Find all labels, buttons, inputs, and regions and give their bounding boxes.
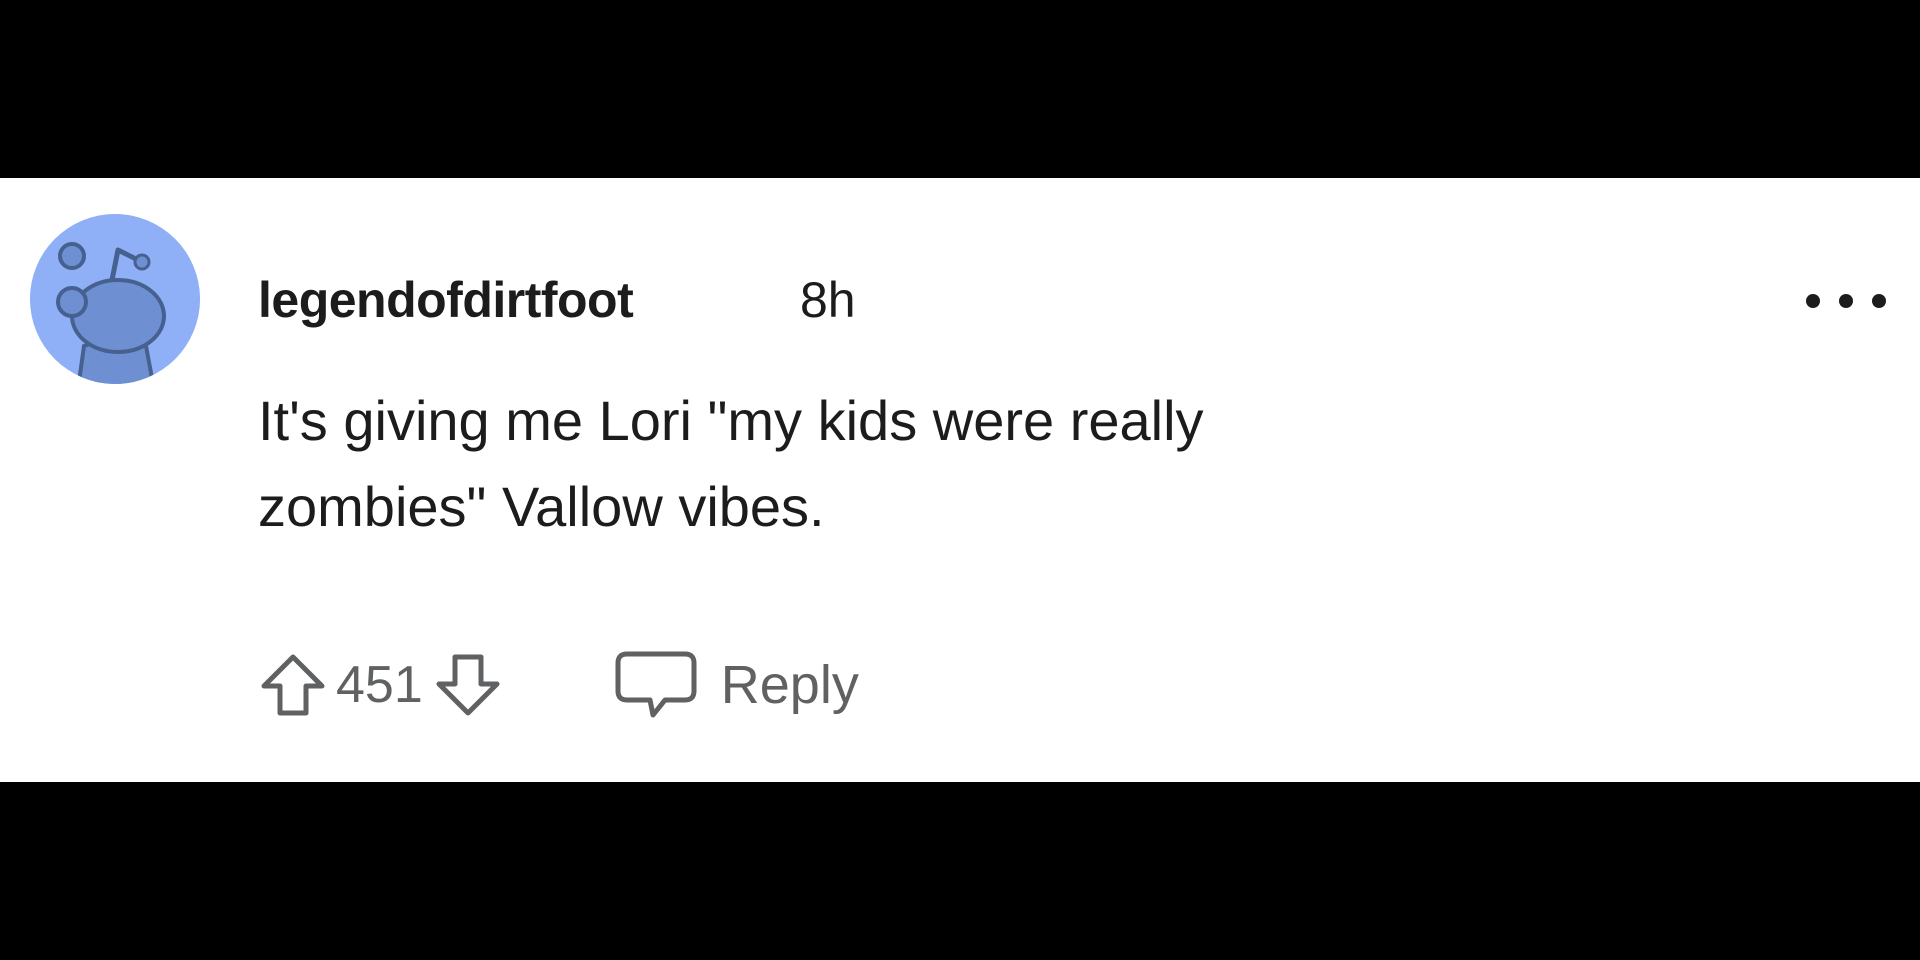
more-options-button[interactable] <box>1806 286 1886 316</box>
reddit-snoo-avatar-icon <box>30 214 200 384</box>
comment-body: It's giving me Lori "my kids were really… <box>258 389 1204 538</box>
user-avatar[interactable] <box>30 214 200 384</box>
comment-timestamp: 8h <box>800 272 856 328</box>
upvote-button[interactable] <box>258 650 328 720</box>
reply-button[interactable]: Reply <box>613 649 859 721</box>
comment-card: legendofdirtfoot 8h It's giving me Lori … <box>0 178 1920 782</box>
downvote-arrow-icon <box>436 654 500 716</box>
letterbox-top <box>0 0 1920 178</box>
downvote-button[interactable] <box>433 650 503 720</box>
upvote-arrow-icon <box>261 654 325 716</box>
vote-score: 451 <box>336 656 423 714</box>
letterbox-bottom <box>0 782 1920 960</box>
more-dots-icon <box>1839 294 1853 308</box>
more-dots-icon <box>1872 294 1886 308</box>
username[interactable]: legendofdirtfoot <box>258 271 634 329</box>
reply-label: Reply <box>720 655 859 715</box>
comment-actions: 451 Reply <box>258 640 859 730</box>
more-dots-icon <box>1806 294 1820 308</box>
speech-bubble-icon <box>615 651 697 718</box>
